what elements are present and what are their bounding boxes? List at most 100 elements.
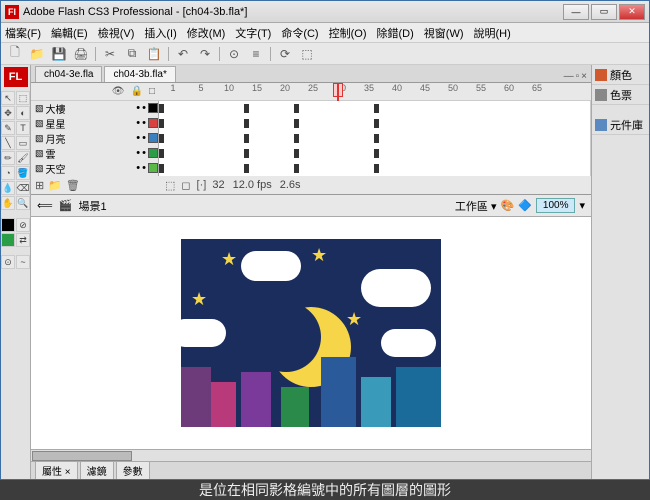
- doc-restore-icon[interactable]: ▫: [576, 71, 580, 82]
- layer-visibility-dot[interactable]: •: [136, 132, 140, 144]
- eraser-tool-icon[interactable]: ⌫: [16, 181, 30, 195]
- cloud-shape[interactable]: [361, 269, 431, 307]
- open-icon[interactable]: 📁: [29, 46, 45, 62]
- layer-row[interactable]: ▧星星••: [31, 116, 591, 131]
- stage[interactable]: ★ ★ ★ ★ ★: [181, 239, 441, 427]
- back-icon[interactable]: ⟸: [37, 199, 53, 212]
- swap-colors-icon[interactable]: ⇄: [16, 233, 30, 247]
- snap-option-icon[interactable]: ⊙: [1, 255, 15, 269]
- edit-scene-icon[interactable]: 🎨: [500, 199, 514, 212]
- layer-color-swatch[interactable]: [148, 148, 158, 158]
- stage-canvas[interactable]: ★ ★ ★ ★ ★: [31, 217, 591, 449]
- building-shape[interactable]: [211, 382, 236, 427]
- scale-icon[interactable]: ⬚: [299, 46, 315, 62]
- star-shape[interactable]: ★: [311, 245, 327, 266]
- layer-lock-dot[interactable]: •: [142, 147, 146, 159]
- frame-ruler[interactable]: 1 5 10 15 20 25 30 35 40 45 50 55 60 65: [159, 83, 591, 101]
- maximize-button[interactable]: ▭: [591, 4, 617, 20]
- print-icon[interactable]: 🖨: [73, 46, 89, 62]
- subselection-tool-icon[interactable]: ⬚: [16, 91, 30, 105]
- pen-tool-icon[interactable]: ✎: [1, 121, 15, 135]
- cut-icon[interactable]: ✂: [102, 46, 118, 62]
- layer-color-swatch[interactable]: [148, 163, 158, 173]
- layer-frames[interactable]: [159, 116, 591, 131]
- menu-text[interactable]: 文字(T): [235, 25, 271, 41]
- smooth-option-icon[interactable]: ~: [16, 255, 30, 269]
- close-button[interactable]: ✕: [619, 4, 645, 20]
- delete-layer-icon[interactable]: 🗑: [66, 179, 80, 192]
- swatches-panel-button[interactable]: 色票: [592, 85, 649, 105]
- star-shape[interactable]: ★: [221, 249, 237, 270]
- doc-close-icon[interactable]: ×: [581, 71, 587, 82]
- save-icon[interactable]: 💾: [51, 46, 67, 62]
- new-layer-icon[interactable]: ⊞: [35, 179, 44, 192]
- selection-tool-icon[interactable]: ↖: [1, 91, 15, 105]
- menu-file[interactable]: 檔案(F): [5, 25, 41, 41]
- eyedropper-icon[interactable]: 💧: [1, 181, 15, 195]
- copy-icon[interactable]: ⧉: [124, 46, 140, 62]
- line-tool-icon[interactable]: ╲: [1, 136, 15, 150]
- building-shape[interactable]: [281, 387, 309, 427]
- menu-window[interactable]: 視窗(W): [424, 25, 464, 41]
- no-color-icon[interactable]: ⊘: [16, 218, 30, 232]
- text-tool-icon[interactable]: T: [16, 121, 30, 135]
- rect-tool-icon[interactable]: ▭: [16, 136, 30, 150]
- layer-lock-dot[interactable]: •: [142, 162, 146, 174]
- zoom-dropdown-arrow[interactable]: ▾: [579, 199, 585, 212]
- layer-name[interactable]: 星星: [46, 116, 135, 131]
- new-folder-icon[interactable]: 📁: [48, 179, 62, 192]
- minimize-button[interactable]: —: [563, 4, 589, 20]
- tab-parameters[interactable]: 參數: [116, 461, 150, 479]
- library-panel-button[interactable]: 元件庫: [592, 115, 649, 135]
- star-shape[interactable]: ★: [346, 309, 362, 330]
- edit-multiple-icon[interactable]: [·]: [197, 179, 207, 191]
- zoom-dropdown[interactable]: 100%: [536, 198, 576, 213]
- brush-tool-icon[interactable]: 🖌: [16, 151, 30, 165]
- layer-color-swatch[interactable]: [148, 103, 158, 113]
- menu-modify[interactable]: 修改(M): [187, 25, 226, 41]
- layer-name[interactable]: 月亮: [46, 131, 135, 146]
- layer-visibility-dot[interactable]: •: [136, 162, 140, 174]
- doc-minimize-icon[interactable]: —: [564, 71, 574, 82]
- layer-visibility-dot[interactable]: •: [136, 147, 140, 159]
- building-shape[interactable]: [361, 377, 391, 427]
- cloud-shape[interactable]: [181, 319, 226, 347]
- onion-skin-icon[interactable]: ⬚: [165, 179, 175, 192]
- cloud-shape[interactable]: [381, 329, 436, 357]
- onion-outline-icon[interactable]: ◻: [181, 179, 190, 192]
- edit-symbol-icon[interactable]: 🔷: [518, 199, 532, 212]
- layer-row[interactable]: ▧天空••: [31, 161, 591, 176]
- rotate-icon[interactable]: ⟳: [277, 46, 293, 62]
- align-icon[interactable]: ≡: [248, 46, 264, 62]
- redo-icon[interactable]: ↷: [197, 46, 213, 62]
- outline-header-icon[interactable]: □: [149, 86, 155, 97]
- stroke-color-swatch[interactable]: [1, 218, 15, 232]
- menu-help[interactable]: 說明(H): [474, 25, 511, 41]
- cloud-shape[interactable]: [241, 251, 301, 281]
- lock-header-icon[interactable]: 🔒: [131, 86, 143, 97]
- menu-debug[interactable]: 除錯(D): [377, 25, 414, 41]
- color-panel-button[interactable]: 顏色: [592, 65, 649, 85]
- hand-tool-icon[interactable]: ✋: [1, 196, 15, 210]
- layer-name[interactable]: 天空: [46, 161, 135, 176]
- document-tab-active[interactable]: ch04-3b.fla*: [104, 66, 175, 82]
- zoom-tool-icon[interactable]: 🔍: [16, 196, 30, 210]
- menu-control[interactable]: 控制(O): [329, 25, 367, 41]
- layer-row[interactable]: ▧大樓••: [31, 101, 591, 116]
- layer-frames[interactable]: [159, 101, 591, 116]
- layer-lock-dot[interactable]: •: [142, 132, 146, 144]
- layer-color-swatch[interactable]: [148, 118, 158, 128]
- scene-name[interactable]: 場景1: [78, 198, 106, 214]
- building-shape[interactable]: [181, 367, 211, 427]
- layer-visibility-dot[interactable]: •: [136, 102, 140, 114]
- fill-color-swatch[interactable]: [1, 233, 15, 247]
- building-shape[interactable]: [241, 372, 271, 427]
- ink-bottle-icon[interactable]: ◔: [1, 166, 15, 180]
- pencil-tool-icon[interactable]: ✏: [1, 151, 15, 165]
- layer-frames[interactable]: [159, 131, 591, 146]
- layer-row[interactable]: ▧雲••: [31, 146, 591, 161]
- free-transform-icon[interactable]: ✥: [1, 106, 15, 120]
- paint-bucket-icon[interactable]: 🪣: [16, 166, 30, 180]
- undo-icon[interactable]: ↶: [175, 46, 191, 62]
- menu-commands[interactable]: 命令(C): [281, 25, 318, 41]
